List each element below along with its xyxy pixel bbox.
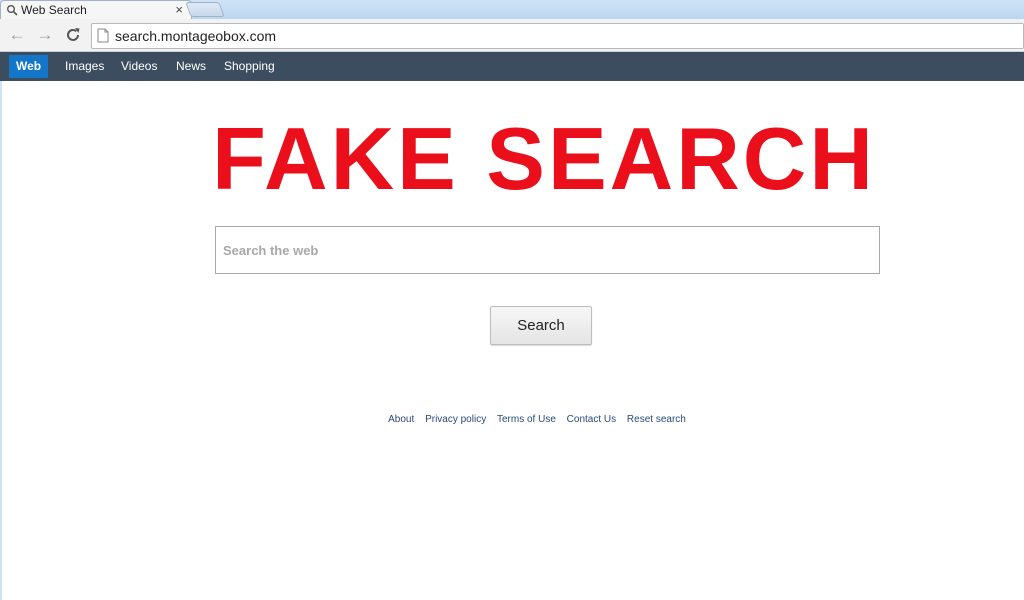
footer-link-contact[interactable]: Contact Us [567, 414, 616, 425]
address-bar[interactable]: search.montageobox.com [91, 23, 1024, 49]
footer-link-privacy[interactable]: Privacy policy [425, 414, 486, 425]
nav-news[interactable]: News [176, 52, 206, 81]
back-arrow-icon[interactable]: ← [8, 26, 26, 44]
close-icon[interactable]: × [175, 2, 183, 18]
site-nav-bar: Web Images Videos News Shopping [0, 52, 1024, 81]
reload-icon[interactable] [64, 26, 82, 44]
search-input[interactable] [215, 226, 880, 274]
tab-title: Web Search [21, 3, 87, 17]
browser-toolbar: ← → search.montageobox.com [0, 19, 1024, 52]
tab-strip: Web Search × [0, 0, 1024, 19]
nav-videos[interactable]: Videos [121, 52, 157, 81]
url-text: search.montageobox.com [115, 28, 277, 44]
browser-tab[interactable]: Web Search × [0, 0, 192, 19]
nav-web[interactable]: Web [9, 55, 49, 78]
search-icon [7, 5, 18, 16]
footer-link-reset[interactable]: Reset search [627, 414, 686, 425]
reload-glyph [67, 28, 80, 41]
page-headline: FAKE SEARCH [212, 109, 876, 208]
forward-arrow-icon[interactable]: → [36, 26, 54, 44]
search-button[interactable]: Search [490, 306, 592, 345]
nav-shopping[interactable]: Shopping [224, 52, 275, 81]
page-icon [97, 28, 109, 43]
footer-link-terms[interactable]: Terms of Use [497, 414, 556, 425]
nav-images[interactable]: Images [65, 52, 104, 81]
footer-links: About Privacy policy Terms of Use Contac… [0, 414, 1024, 425]
footer-link-about[interactable]: About [388, 414, 414, 425]
new-tab-button[interactable] [185, 2, 225, 17]
